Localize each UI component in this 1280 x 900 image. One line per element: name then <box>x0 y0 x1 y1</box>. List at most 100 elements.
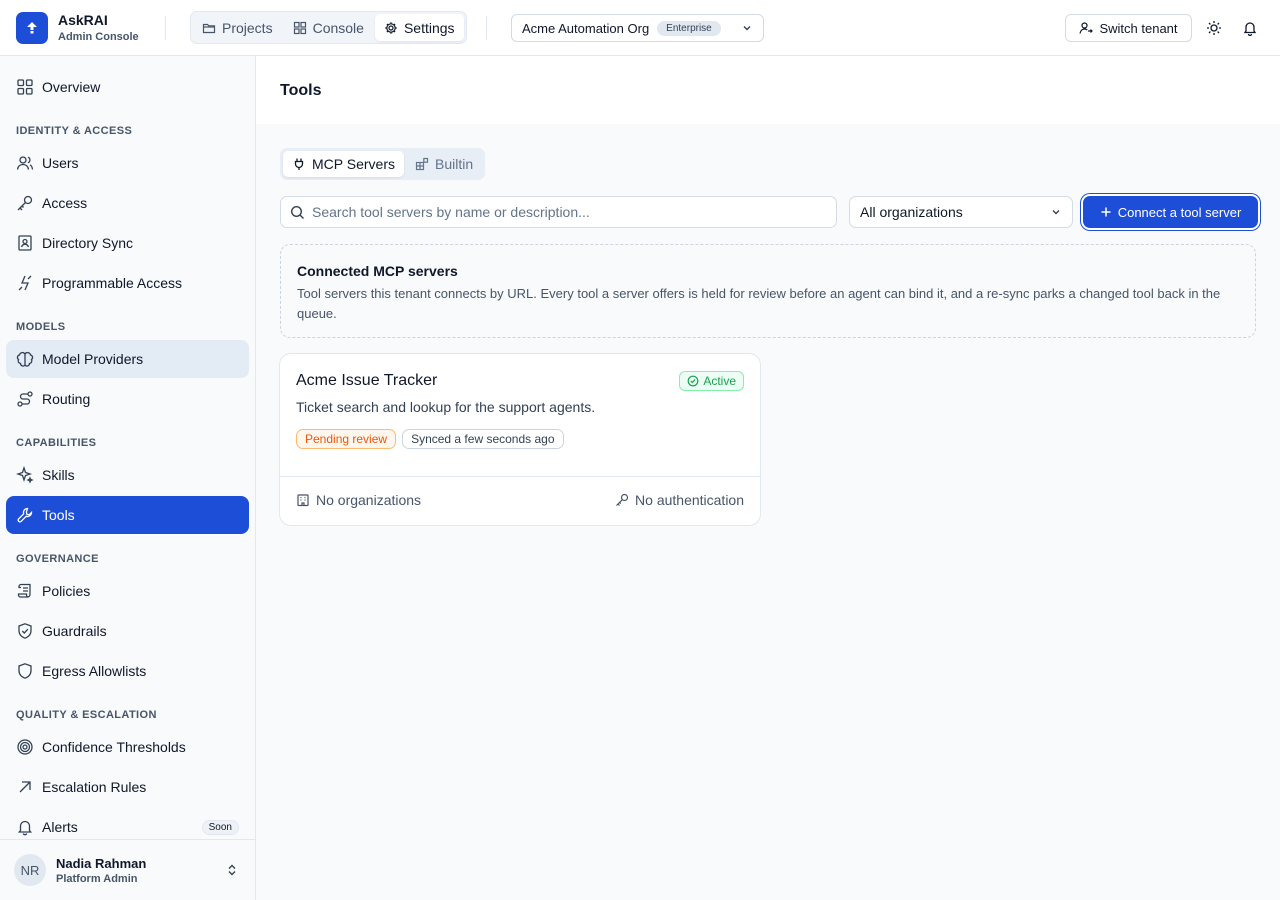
organization-filter[interactable]: All organizations <box>849 196 1073 228</box>
brand[interactable]: AskRAI Admin Console <box>16 12 139 44</box>
nav-tab-console[interactable]: Console <box>284 14 373 41</box>
bell-icon <box>16 818 34 836</box>
sidebar-item-label: Guardrails <box>42 623 107 639</box>
org-selector[interactable]: Acme Automation Org Enterprise <box>511 14 764 42</box>
grid-icon <box>16 78 34 96</box>
sidebar-item-label: Directory Sync <box>42 235 134 251</box>
key-icon <box>615 493 629 507</box>
sidebar-item-policies[interactable]: Policies <box>6 572 249 610</box>
shield-check-icon <box>16 622 34 640</box>
sidebar-item-label: Egress Allowlists <box>42 663 147 679</box>
arrow-up-right-icon <box>16 778 34 796</box>
notifications-button[interactable] <box>1239 17 1261 39</box>
folder-icon <box>202 21 216 35</box>
header-divider <box>486 16 487 40</box>
sidebar-item-label: Users <box>42 155 79 171</box>
status-label: Active <box>703 374 736 388</box>
contact-book-icon <box>16 234 34 252</box>
users-icon <box>16 154 34 172</box>
search-icon <box>290 205 305 220</box>
sidebar-item-label: Policies <box>42 583 91 599</box>
switch-tenant-label: Switch tenant <box>1099 20 1178 36</box>
sidebar-item-users[interactable]: Users <box>6 144 249 182</box>
organizations-label: No organizations <box>316 492 422 508</box>
sun-icon <box>1206 20 1222 36</box>
sidebar-item-label: Escalation Rules <box>42 779 147 795</box>
sidebar-item-skills[interactable]: Skills <box>6 456 249 494</box>
sidebar-item-label: Routing <box>42 391 91 407</box>
sidebar: Overview IDENTITY & ACCESS Users Access … <box>0 56 256 900</box>
sidebar-heading: IDENTITY & ACCESS <box>16 125 133 137</box>
sidebar-item-routing[interactable]: Routing <box>6 380 249 418</box>
top-bar: AskRAI Admin Console Projects Console Se… <box>0 0 1280 56</box>
tab-mcp-servers[interactable]: MCP Servers <box>283 151 404 177</box>
info-description: Tool servers this tenant connects by URL… <box>297 286 1221 321</box>
nav-tab-settings[interactable]: Settings <box>374 14 464 41</box>
user-name: Nadia Rahman <box>56 855 147 871</box>
route-icon <box>16 390 34 408</box>
search-field[interactable] <box>280 196 837 228</box>
bell-icon <box>1242 20 1258 36</box>
organization-filter-value: All organizations <box>860 204 963 220</box>
brain-icon <box>16 350 34 368</box>
tab-builtin[interactable]: Builtin <box>406 151 482 177</box>
status-badge: Active <box>679 371 744 391</box>
top-nav: Projects Console Settings <box>190 11 467 44</box>
user-menu[interactable]: NR Nadia Rahman Platform Admin <box>0 839 255 900</box>
search-input[interactable] <box>312 204 812 220</box>
sidebar-item-label: Programmable Access <box>42 275 183 291</box>
page-header: Tools <box>256 56 1280 124</box>
sidebar-item-label: Tools <box>42 507 75 523</box>
tool-type-tabs: MCP Servers Builtin <box>280 148 486 180</box>
plus-icon <box>1100 206 1112 218</box>
gear-icon <box>384 21 398 35</box>
sidebar-item-label: Alerts <box>42 819 78 835</box>
sidebar-item-label: Access <box>42 195 88 211</box>
nav-tab-label: Projects <box>222 19 273 36</box>
plan-badge: Enterprise <box>657 20 721 36</box>
sidebar-item-guardrails[interactable]: Guardrails <box>6 612 249 650</box>
server-card-footer: No organizations No authentication <box>280 476 760 525</box>
nav-tab-label: Settings <box>403 19 455 36</box>
sync-badge: Synced a few seconds ago <box>402 429 564 449</box>
sidebar-item-directory-sync[interactable]: Directory Sync <box>6 224 249 262</box>
connect-button-label: Connect a tool server <box>1117 204 1242 220</box>
page-title: Tools <box>280 82 322 99</box>
chevrons-up-down-icon <box>225 863 239 877</box>
sidebar-item-label: Confidence Thresholds <box>42 739 186 755</box>
building-icon <box>296 493 310 507</box>
sidebar-item-tools[interactable]: Tools <box>6 496 249 534</box>
shield-icon <box>16 662 34 680</box>
sidebar-item-egress-allowlists[interactable]: Egress Allowlists <box>6 652 249 690</box>
sidebar-item-escalation-rules[interactable]: Escalation Rules <box>6 768 249 806</box>
review-badge: Pending review <box>296 429 397 449</box>
sidebar-item-programmable-access[interactable]: Programmable Access <box>6 264 249 302</box>
server-name: Acme Issue Tracker <box>296 372 438 389</box>
sidebar-item-access[interactable]: Access <box>6 184 249 222</box>
connect-tool-server-button[interactable]: Connect a tool server <box>1083 196 1258 228</box>
sidebar-item-label: Skills <box>42 467 75 483</box>
chevron-down-icon <box>741 22 753 34</box>
theme-toggle-button[interactable] <box>1203 17 1225 39</box>
server-description: Ticket search and lookup for the support… <box>296 399 596 415</box>
info-panel: Connected MCP servers Tool servers this … <box>280 244 1256 338</box>
server-card[interactable]: Acme Issue Tracker Active Ticket search … <box>279 353 761 526</box>
plug-icon <box>16 274 34 292</box>
sidebar-heading: QUALITY & ESCALATION <box>16 709 157 721</box>
sidebar-item-overview[interactable]: Overview <box>6 68 249 106</box>
brand-name: AskRAI <box>58 12 108 28</box>
sidebar-heading: CAPABILITIES <box>16 437 97 449</box>
sidebar-item-confidence-thresholds[interactable]: Confidence Thresholds <box>6 728 249 766</box>
tab-label: Builtin <box>434 156 474 172</box>
chevron-down-icon <box>1050 206 1062 218</box>
tab-label: MCP Servers <box>312 156 395 172</box>
brand-logo-icon <box>16 12 48 44</box>
switch-tenant-button[interactable]: Switch tenant <box>1065 14 1192 42</box>
header-divider <box>165 16 166 40</box>
nav-tab-projects[interactable]: Projects <box>193 14 282 41</box>
org-selector-value: Acme Automation Org <box>522 20 650 36</box>
soon-badge: Soon <box>201 819 239 835</box>
grid-icon <box>293 21 307 35</box>
sidebar-item-model-providers[interactable]: Model Providers <box>6 340 249 378</box>
wrench-icon <box>16 506 34 524</box>
